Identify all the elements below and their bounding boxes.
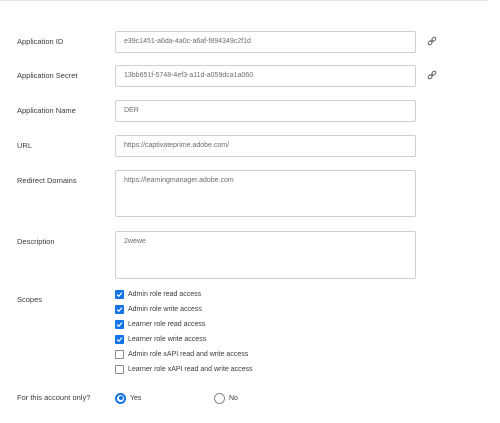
redirect-domains-label: Redirect Domains [17, 176, 77, 185]
scope-learner-xapi[interactable]: Learner role xAPI read and write access [115, 364, 253, 374]
radio-no-label: No [229, 394, 238, 402]
url-input[interactable]: https://captivateprime.adobe.com/ [115, 135, 416, 157]
application-name-label: Application Name [17, 106, 76, 115]
description-textarea[interactable]: 2wewe [115, 231, 416, 279]
description-label: Description [17, 237, 55, 246]
scope-learner-read[interactable]: Learner role read access [115, 319, 205, 329]
scope-admin-read[interactable]: Admin role read access [115, 289, 201, 299]
scope-label: Learner role xAPI read and write access [128, 365, 253, 373]
scope-label: Admin role xAPI read and write access [128, 350, 249, 358]
scope-learner-write[interactable]: Learner role write access [115, 334, 206, 344]
copy-application-secret-link-icon[interactable] [427, 70, 437, 80]
scope-label: Learner role write access [128, 335, 207, 343]
account-only-yes-option[interactable]: Yes [115, 392, 141, 404]
radio-yes-label: Yes [130, 394, 142, 402]
scope-label: Learner role read access [128, 320, 206, 328]
account-only-label: For this account only? [17, 393, 91, 402]
radio-yes[interactable] [115, 392, 126, 404]
redirect-domains-textarea[interactable]: https://learningmanager.adobe.com [115, 170, 416, 217]
scope-admin-xapi[interactable]: Admin role xAPI read and write access [115, 349, 248, 359]
application-name-input[interactable]: DER [115, 100, 416, 122]
scope-label: Admin role read access [128, 290, 202, 298]
scopes-label: Scopes [17, 295, 43, 304]
checkbox[interactable] [115, 319, 124, 329]
account-only-no-option[interactable]: No [214, 392, 238, 404]
checkbox[interactable] [115, 304, 124, 314]
checkbox[interactable] [115, 364, 124, 374]
url-label: URL [17, 141, 33, 150]
application-secret-label: Application Secret [17, 71, 78, 80]
top-divider [0, 0, 488, 1]
copy-application-id-link-icon[interactable] [427, 36, 437, 46]
application-id-field[interactable]: e39c1451-a6da-4a0c-a6af-f894349c2f1d [115, 31, 416, 53]
application-secret-field[interactable]: 13bb651f-5748-4ef3-a11d-a059dca1a060 [115, 65, 416, 87]
scope-label: Admin role write access [128, 305, 202, 313]
checkbox[interactable] [115, 349, 124, 359]
checkbox[interactable] [115, 334, 124, 344]
radio-no[interactable] [214, 392, 225, 404]
scope-admin-write[interactable]: Admin role write access [115, 304, 202, 314]
application-id-label: Application ID [17, 37, 64, 46]
checkbox[interactable] [115, 289, 124, 299]
